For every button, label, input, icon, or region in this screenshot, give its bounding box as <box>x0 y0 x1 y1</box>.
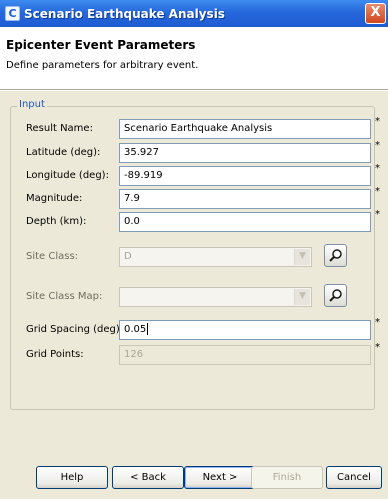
result-name-label: Result Name: <box>26 123 93 134</box>
latitude-label: Latitude (deg): <box>26 147 101 158</box>
required-marker: * <box>375 186 380 197</box>
result-name-row: Result Name: Scenario Earthquake Analysi… <box>11 116 380 139</box>
site-class-map-row: Site Class Map: ▼ <box>11 284 376 307</box>
longitude-row: Longitude (deg): -89.919 * <box>11 163 380 186</box>
page-subtitle: Define parameters for arbitrary event. <box>6 60 199 71</box>
grid-points-label: Grid Points: <box>26 349 84 360</box>
wizard-button-bar: Help < Back Next > Finish Cancel <box>0 466 388 490</box>
site-class-search-button[interactable] <box>324 244 347 267</box>
required-marker: * <box>375 116 380 127</box>
app-icon: C <box>5 6 20 21</box>
text-cursor <box>147 323 149 335</box>
required-marker: * <box>375 317 380 328</box>
title-bar: C Scenario Earthquake Analysis X <box>0 0 388 27</box>
finish-button: Finish <box>251 466 323 489</box>
required-marker: * <box>375 140 380 151</box>
magnitude-row: Magnitude: 7.9 * <box>11 186 380 209</box>
help-button[interactable]: Help <box>36 466 108 489</box>
search-icon <box>329 249 342 262</box>
site-class-map-select[interactable]: ▼ <box>119 287 312 307</box>
page-title: Epicenter Event Parameters <box>6 38 196 52</box>
next-button[interactable]: Next > <box>184 466 256 489</box>
latitude-input[interactable]: 35.927 <box>119 143 371 163</box>
site-class-map-search-button[interactable] <box>324 284 347 307</box>
group-legend: Input <box>17 99 47 110</box>
required-marker: * <box>375 342 380 353</box>
magnitude-label: Magnitude: <box>26 193 83 204</box>
input-group: Input Result Name: Scenario Earthquake A… <box>10 99 380 410</box>
site-class-value: D <box>124 251 132 262</box>
close-button[interactable]: X <box>365 3 386 24</box>
wizard-content: Input Result Name: Scenario Earthquake A… <box>0 91 388 499</box>
search-icon <box>329 289 342 302</box>
grid-points-input: 126 <box>119 345 371 365</box>
wizard-header: Epicenter Event Parameters Define parame… <box>0 27 388 90</box>
depth-label: Depth (km): <box>26 216 87 227</box>
magnitude-input[interactable]: 7.9 <box>119 189 371 209</box>
result-name-input[interactable]: Scenario Earthquake Analysis <box>119 119 371 139</box>
depth-input[interactable]: 0.0 <box>119 212 371 232</box>
grid-points-row: Grid Points: 126 * <box>11 342 380 365</box>
latitude-row: Latitude (deg): 35.927 * <box>11 140 380 163</box>
site-class-select[interactable]: D ▼ <box>119 247 312 267</box>
required-marker: * <box>375 209 380 220</box>
grid-spacing-row: Grid Spacing (deg): 0.05 * <box>11 317 380 340</box>
site-class-label: Site Class: <box>26 251 79 262</box>
depth-row: Depth (km): 0.0 * <box>11 209 380 232</box>
window-title: Scenario Earthquake Analysis <box>24 6 225 21</box>
cancel-button[interactable]: Cancel <box>326 466 382 489</box>
required-marker: * <box>375 163 380 174</box>
grid-spacing-value: 0.05 <box>124 324 147 335</box>
longitude-label: Longitude (deg): <box>26 170 109 181</box>
grid-spacing-input[interactable]: 0.05 <box>119 320 371 340</box>
longitude-input[interactable]: -89.919 <box>119 166 371 186</box>
site-class-map-label: Site Class Map: <box>26 291 103 302</box>
chevron-down-icon[interactable]: ▼ <box>294 249 310 265</box>
back-button[interactable]: < Back <box>112 466 184 489</box>
chevron-down-icon[interactable]: ▼ <box>294 289 310 305</box>
site-class-row: Site Class: D ▼ <box>11 244 376 267</box>
grid-spacing-label: Grid Spacing (deg): <box>26 324 124 335</box>
